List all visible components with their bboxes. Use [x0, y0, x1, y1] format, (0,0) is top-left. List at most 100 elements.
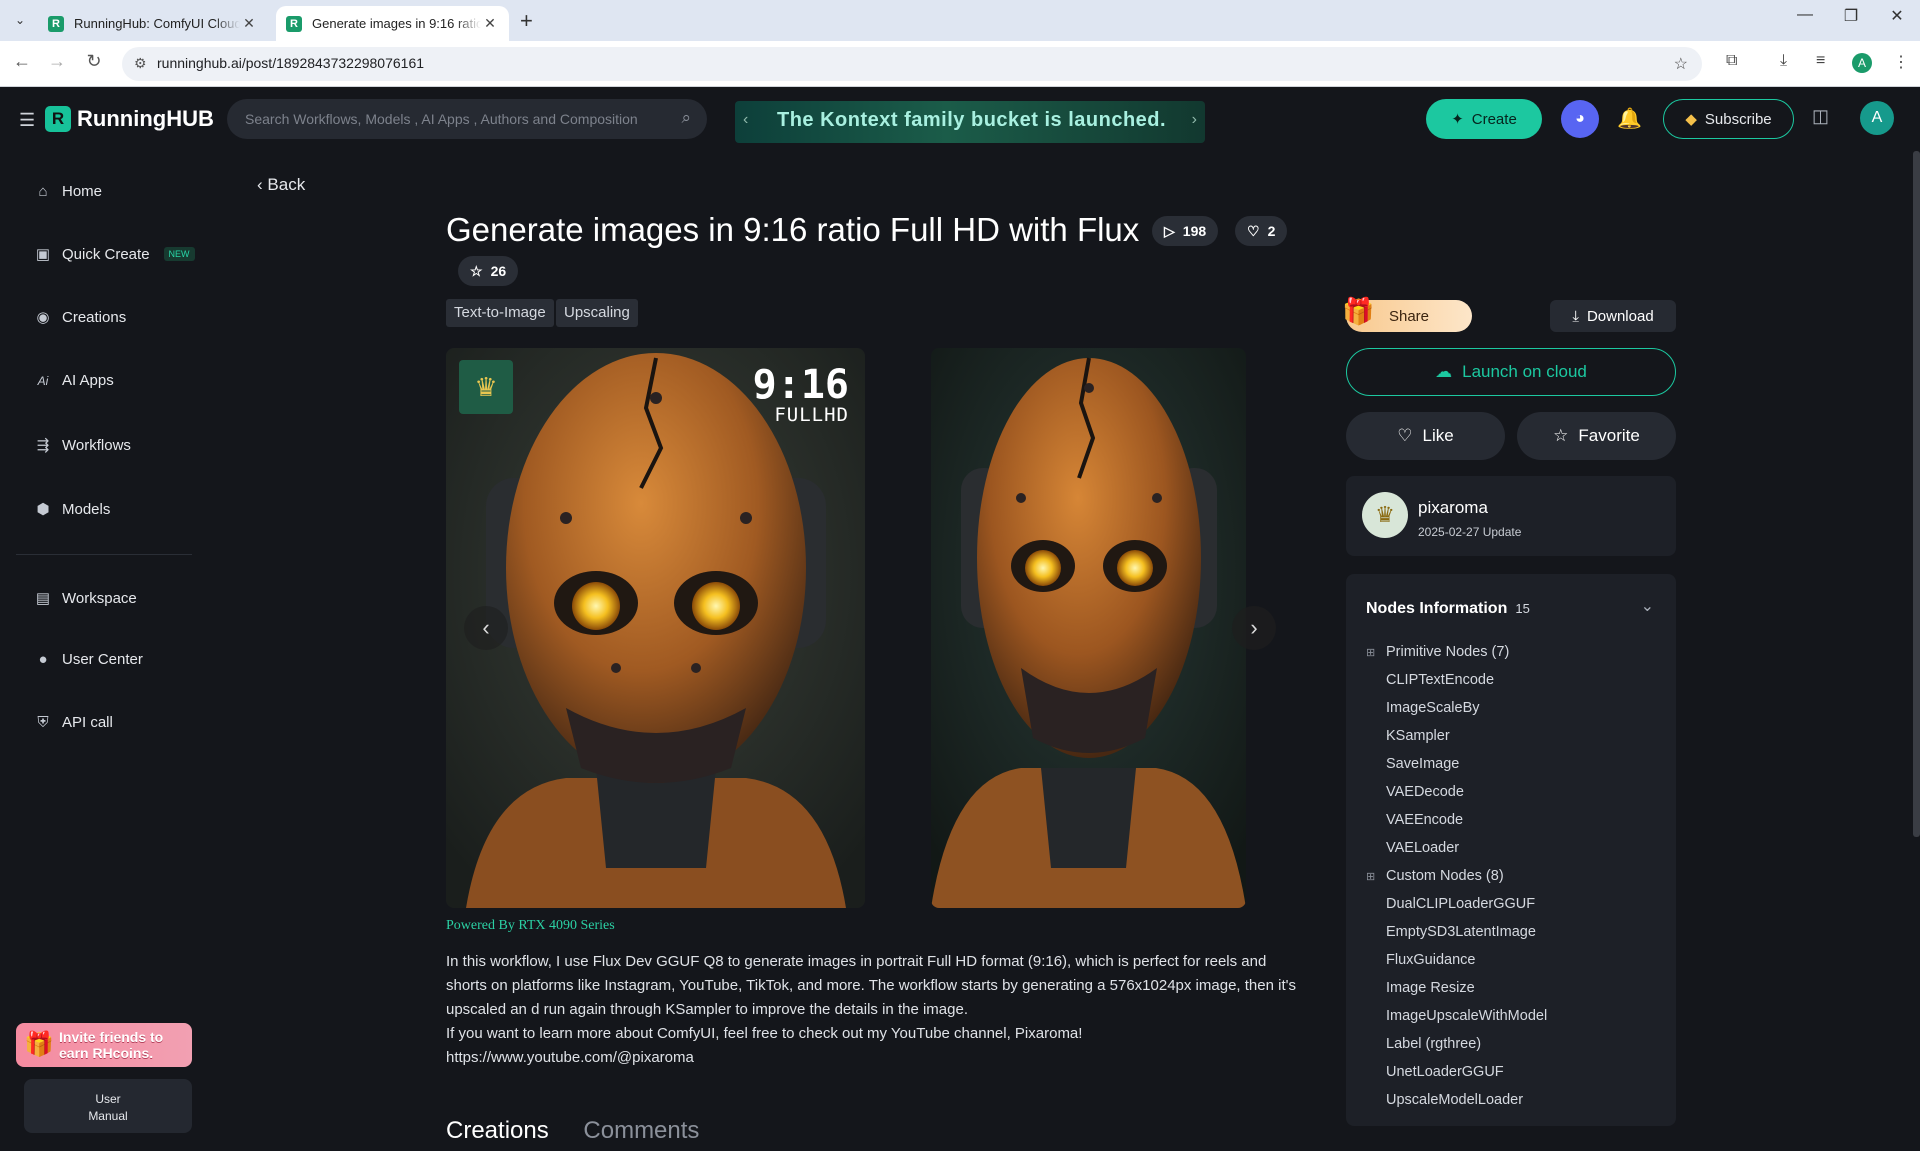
favorite-button[interactable]: ☆ Favorite — [1517, 412, 1676, 460]
sidebar-item-api-call[interactable]: ⛨ API call — [34, 714, 113, 731]
node-item: VAEEncode — [1386, 812, 1464, 828]
search-icon[interactable]: ⌕ — [681, 108, 691, 128]
notification-bell-icon[interactable]: 🔔 — [1617, 106, 1642, 131]
runs-count-chip: ▷ 198 — [1152, 216, 1219, 246]
extensions-icon[interactable]: ⧉ — [1726, 52, 1737, 70]
home-icon: ⌂ — [38, 183, 48, 200]
sidebar-divider — [16, 554, 192, 555]
runninghub-logo[interactable]: R RunningHUB — [45, 106, 214, 132]
sidebar-item-label: AI Apps — [62, 372, 114, 389]
carousel-prev-icon[interactable]: ‹ — [464, 606, 508, 650]
sidebar-item-user-center[interactable]: ● User Center — [34, 651, 142, 668]
address-bar: ← → ↻ ⚙ runninghub.ai/post/1892843732298… — [0, 41, 1920, 87]
launch-on-cloud-button[interactable]: ☁ Launch on cloud — [1346, 348, 1676, 396]
author-avatar[interactable]: ♛ — [1362, 492, 1408, 538]
site-info-icon[interactable]: ⚙ — [134, 55, 147, 72]
sidebar-item-quick-create[interactable]: ▣ Quick Create NEW — [34, 245, 195, 263]
author-name[interactable]: pixaroma — [1418, 498, 1488, 518]
sidebar-item-models[interactable]: ⬢ Models — [34, 500, 110, 519]
node-group-label: Primitive Nodes (7) — [1386, 644, 1510, 660]
sidebar-item-creations[interactable]: ◉ Creations — [34, 308, 126, 327]
sidebar-item-workflows[interactable]: ⇶ Workflows — [34, 436, 131, 455]
banner-next-icon[interactable]: › — [1192, 111, 1197, 129]
powered-by-label: Powered By RTX 4090 Series — [446, 918, 615, 933]
runs-count: 198 — [1182, 223, 1207, 239]
restore-icon[interactable]: ❐ — [1828, 6, 1874, 26]
workflows-icon: ⇶ — [36, 437, 50, 454]
sidebar-item-ai-apps[interactable]: Ai AI Apps — [34, 372, 114, 389]
aspect-overlay: 9:16 FULLHD — [753, 365, 849, 426]
browser-tab[interactable]: R RunningHub: ComfyUI Cloud, C ✕ — [38, 6, 268, 41]
browser-tab-active[interactable]: R Generate images in 9:16 ratio F ✕ — [276, 6, 509, 41]
user-icon: ● — [38, 651, 48, 668]
chevron-down-icon[interactable]: ⌄ — [1641, 596, 1654, 616]
carousel-next-icon[interactable]: › — [1232, 606, 1276, 650]
close-tab-icon[interactable]: ✕ — [240, 15, 258, 32]
user-manual-button[interactable]: User Manual — [24, 1079, 192, 1133]
media-icon[interactable]: ≡ — [1816, 52, 1825, 70]
discord-icon[interactable]: ◕ — [1561, 100, 1599, 138]
author-card[interactable]: ♛ pixaroma 2025-02-27 Update — [1346, 476, 1676, 556]
quick-create-icon: ▣ — [35, 246, 51, 263]
node-group-custom[interactable]: ⊞ Custom Nodes (8) — [1366, 868, 1504, 884]
models-icon: ⬢ — [36, 501, 50, 518]
description-paragraph: If you want to learn more about ComfyUI,… — [446, 1025, 1083, 1042]
create-button[interactable]: ✦ Create — [1426, 99, 1542, 139]
download-label: Download — [1586, 307, 1654, 325]
download-button[interactable]: ⤓ Download — [1550, 300, 1676, 332]
manual-line-2: Manual — [88, 1109, 128, 1123]
back-arrow-icon[interactable]: ← — [10, 51, 34, 72]
sidebar-item-label: Workspace — [62, 589, 137, 607]
creations-icon: ◉ — [36, 309, 50, 326]
ai-apps-icon: Ai — [37, 373, 49, 388]
menu-icon[interactable]: ⋮ — [1893, 52, 1909, 72]
like-button[interactable]: ♡ Like — [1346, 412, 1505, 460]
sidebar-item-label: API call — [62, 714, 113, 731]
manual-line-1: User — [95, 1092, 121, 1106]
close-window-icon[interactable]: ✕ — [1874, 6, 1920, 26]
browser-profile-avatar[interactable]: A — [1852, 53, 1872, 73]
tab-search-icon[interactable]: ⌄ — [9, 9, 31, 31]
node-item: Label (rgthree) — [1386, 1036, 1482, 1052]
url-field[interactable]: ⚙ runninghub.ai/post/1892843732298076161… — [122, 47, 1702, 81]
youtube-link[interactable]: https://www.youtube.com/@pixaroma — [446, 1046, 1301, 1070]
sidebar-item-home[interactable]: ⌂ Home — [34, 183, 102, 200]
bookmark-star-icon[interactable]: ☆ — [1674, 54, 1688, 74]
update-date: 2025-02-27 Update — [1418, 525, 1522, 539]
preview-image-1[interactable]: ♛ 9:16 FULLHD ‹ — [446, 348, 865, 908]
logo-mark-icon: R — [45, 106, 71, 132]
language-icon[interactable]: ◫ — [1812, 106, 1829, 127]
forward-arrow-icon[interactable]: → — [45, 51, 69, 72]
pixaroma-crown-logo-icon: ♛ — [459, 360, 513, 414]
sidebar-item-workspace[interactable]: ▤ Workspace — [34, 589, 137, 608]
browser-chrome: ⌄ R RunningHub: ComfyUI Cloud, C ✕ R Gen… — [0, 0, 1920, 87]
workspace-icon: ▤ — [35, 590, 51, 607]
node-item: DualCLIPLoaderGGUF — [1386, 896, 1536, 912]
banner-prev-icon[interactable]: ‹ — [743, 111, 748, 129]
node-group-primitive[interactable]: ⊞ Primitive Nodes (7) — [1366, 644, 1509, 660]
close-tab-icon[interactable]: ✕ — [481, 15, 499, 32]
reload-icon[interactable]: ↻ — [82, 51, 106, 72]
new-tab-icon[interactable]: + — [520, 8, 533, 34]
back-link[interactable]: ‹ Back — [257, 175, 305, 195]
downloads-icon[interactable]: ⤓ — [1780, 52, 1787, 70]
tab-comments[interactable]: Comments — [583, 1117, 699, 1144]
hamburger-menu-icon[interactable]: ☰ — [19, 110, 35, 131]
subscribe-button[interactable]: ◆ Subscribe — [1663, 99, 1794, 139]
tab-creations[interactable]: Creations — [446, 1117, 549, 1144]
user-avatar[interactable]: A — [1860, 101, 1894, 135]
share-button[interactable]: 🎁 Share — [1342, 296, 1472, 332]
node-item: SaveImage — [1386, 756, 1460, 772]
minimize-icon[interactable]: — — [1782, 6, 1828, 24]
content-tabs: Creations Comments — [446, 1117, 727, 1145]
logo-text: RunningHUB — [77, 106, 214, 131]
announcement-banner[interactable]: ‹ The Kontext family bucket is launched.… — [735, 101, 1205, 143]
tag-upscaling[interactable]: Upscaling — [556, 299, 638, 327]
gift-icon: 🎁 — [1342, 296, 1375, 326]
tag-text-to-image[interactable]: Text-to-Image — [446, 299, 554, 327]
play-icon: ▷ — [1164, 222, 1175, 239]
invite-friends-banner[interactable]: 🎁 Invite friends to earn RHcoins. — [16, 1023, 192, 1067]
search-input[interactable]: Search Workflows, Models , AI Apps , Aut… — [227, 99, 707, 139]
page-scrollbar[interactable] — [1913, 151, 1920, 837]
preview-image-2[interactable] — [931, 348, 1246, 908]
